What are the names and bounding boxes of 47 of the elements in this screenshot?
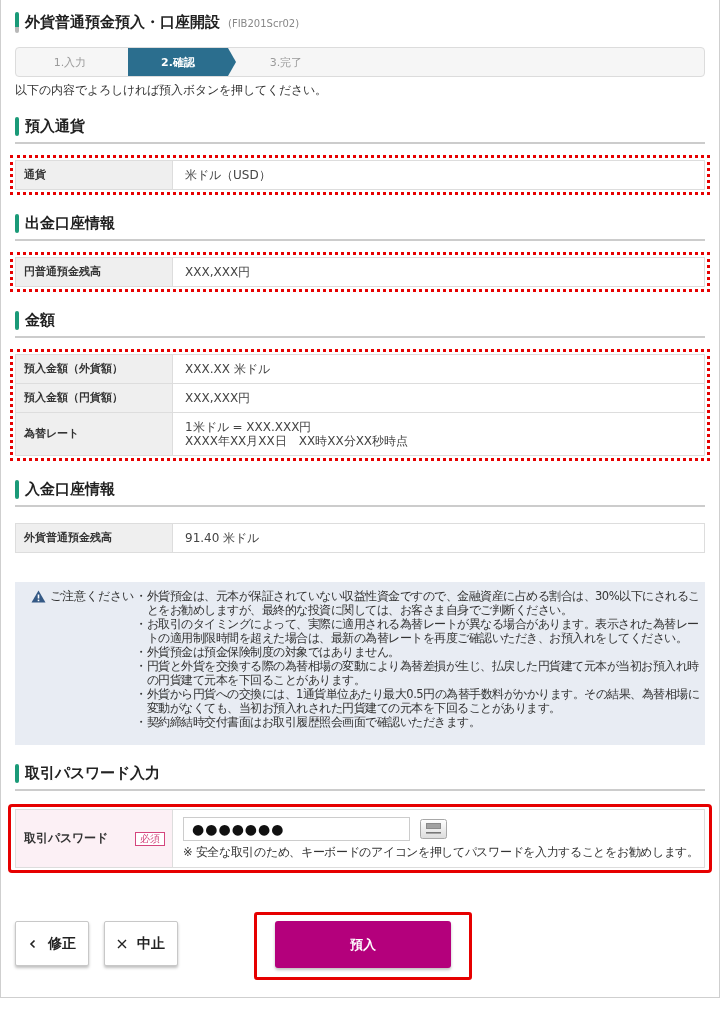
- instruction-text: 以下の内容でよろしければ預入ボタンを押してください。: [15, 82, 328, 98]
- back-button[interactable]: 修正: [15, 921, 89, 966]
- notice-item: ・お取引のタイミングによって、実際に適用される為替レートが異なる場合があります。表示された為替レートの適用制限時間を超えた場合は、最新の為替レートを再度ご確認いただき、お預入れをしてください。: [135, 617, 700, 645]
- section-heading: 預入通貨: [25, 116, 85, 136]
- close-icon: [117, 938, 127, 949]
- row-value: XXX,XXX円: [184, 264, 252, 281]
- notice-title: ご注意ください: [50, 589, 134, 603]
- keyboard-icon[interactable]: [420, 819, 447, 839]
- page-title: 外貨普通預金預入・口座開設: [25, 12, 220, 32]
- notice-item: ・円貨と外貨を交換する際の為替相場の変動により為替差損が生じ、払戻した円貨建て元本が当初お預入れ時の円貨建て元本を下回ることがあります。: [135, 659, 700, 687]
- accent-bar-icon: [15, 116, 19, 136]
- notice-item: ・外貨から円貨への交換には、1通貨単位あたり最大0.5円の為替手数料がかかります。その結果、為替相場に変動がなくても、当初お預入れされた円貨建ての元本を下回ることがあります。: [135, 687, 701, 715]
- required-badge: 必須: [135, 831, 165, 846]
- row-label: 円普通預金残高: [16, 258, 173, 286]
- progress-step: 3.完了: [236, 48, 344, 76]
- accent-bar-icon: [15, 213, 19, 233]
- warning-icon: [31, 590, 46, 603]
- row-value: XXX.XX 米ドル: [184, 361, 271, 378]
- section-heading: 金額: [25, 310, 55, 330]
- accent-bar-icon: [15, 763, 19, 783]
- row-value: 91.40 米ドル: [184, 530, 261, 547]
- row-value: XXX,XXX円: [184, 390, 252, 407]
- password-field[interactable]: ●●●●●●●: [183, 817, 410, 841]
- screen-id: (FIB201Scr02): [228, 18, 300, 29]
- accent-bar-icon: [15, 479, 19, 499]
- row-value: 1米ドル = XXX.XXX円 XXXX年XX月XX日 XX時XX分XX秒時点: [184, 419, 410, 450]
- row-value: 米ドル（USD）: [184, 167, 272, 184]
- row-label: 通貨: [16, 161, 173, 189]
- section-heading: 取引パスワード入力: [25, 763, 160, 783]
- accent-bar-icon: [15, 11, 19, 33]
- row-label: 外貨普通預金残高: [16, 524, 173, 552]
- row-label: 預入金額（円貨額）: [16, 384, 173, 412]
- deposit-button[interactable]: 預入: [275, 921, 451, 968]
- password-note: ※ 安全な取引のため、キーボードのアイコンを押してパスワードを入力することをお勧めします。: [183, 845, 699, 860]
- section-heading: 入金口座情報: [25, 479, 115, 499]
- notice-item: ・契約締結時交付書面はお取引履歴照会画面で確認いただきます。: [135, 715, 481, 729]
- progress-step: 2.確認: [128, 48, 236, 76]
- row-label: 為替レート: [16, 413, 173, 455]
- row-label: 預入金額（外貨額）: [16, 355, 173, 383]
- field-label: 取引パスワード: [24, 830, 108, 847]
- notice-item: ・外貨預金は預金保険制度の対象ではありません。: [135, 645, 401, 659]
- section-heading: 出金口座情報: [25, 213, 115, 233]
- chevron-left-icon: [28, 938, 38, 949]
- accent-bar-icon: [15, 310, 19, 330]
- cancel-button[interactable]: 中止: [104, 921, 178, 966]
- notice-item: ・外貨預金は、元本が保証されていない収益性資金ですので、金融資産に占める割合は、30%以下にされることをお勧めしますが、最終的な投資に関しては、お客さま自身でご判断ください。: [135, 589, 701, 617]
- progress-step: 1.入力: [20, 48, 128, 76]
